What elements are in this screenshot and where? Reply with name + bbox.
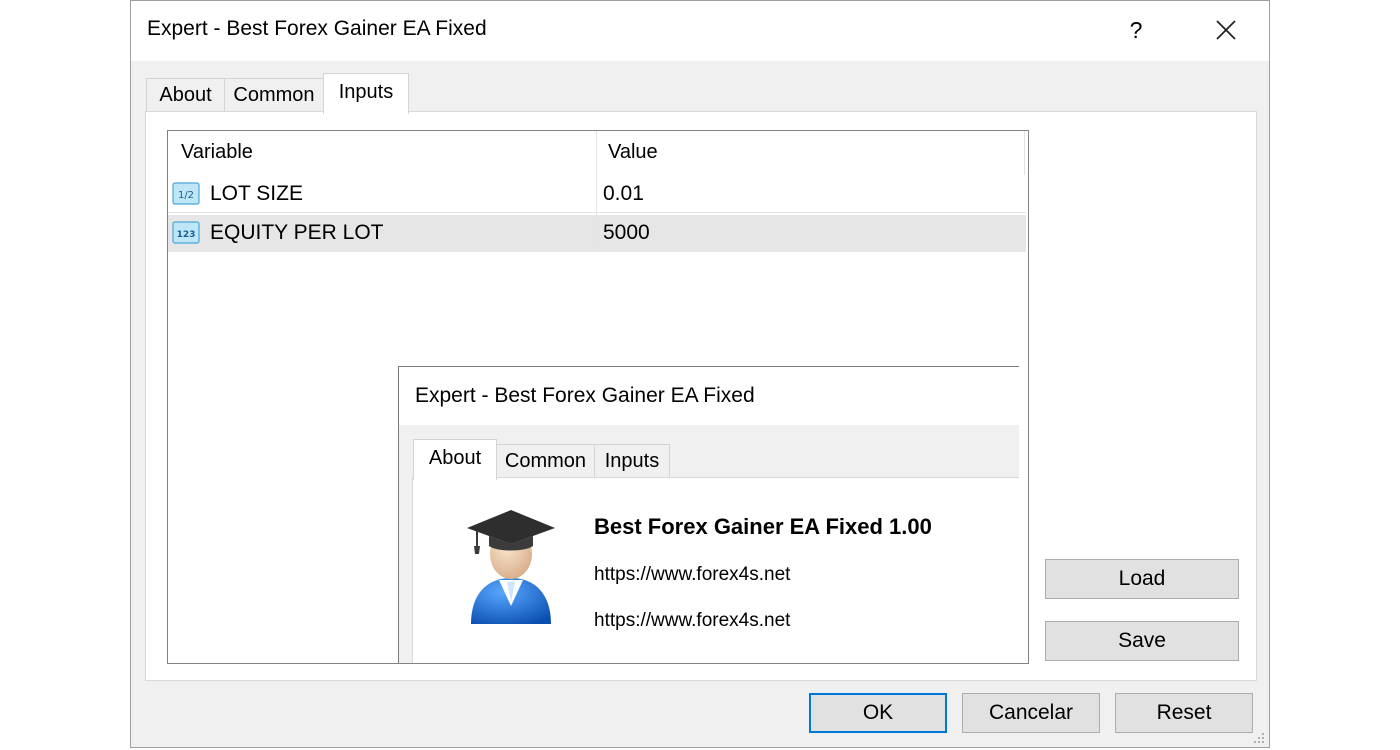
variable-value[interactable]: 5000 <box>603 221 650 245</box>
fraction-type-icon: 1/2 <box>172 182 200 205</box>
tab-label: Inputs <box>338 81 394 103</box>
expert-link[interactable]: https://www.forex4s.net <box>594 610 790 632</box>
expert-link[interactable]: https://www.forex4s.net <box>594 564 790 586</box>
graduate-user-icon <box>467 510 555 624</box>
type-icon-text: 123 <box>177 230 196 240</box>
cancel-button[interactable]: Cancelar <box>962 693 1100 733</box>
save-button[interactable]: Save <box>1045 621 1239 661</box>
type-icon-text: 1/2 <box>178 190 194 201</box>
table-row[interactable]: 1/2 LOT SIZE 0.01 <box>168 176 1026 213</box>
help-icon: ? <box>1129 17 1143 43</box>
tab-common[interactable]: Common <box>224 78 324 111</box>
title-bar: Expert - Best Forex Gainer EA Fixed ? <box>131 1 1269 61</box>
variable-name: LOT SIZE <box>210 182 303 205</box>
dialog-title: Expert - Best Forex Gainer EA Fixed <box>147 17 487 40</box>
tab-label: Inputs <box>604 450 660 472</box>
column-divider <box>1024 131 1025 175</box>
column-divider <box>596 131 597 252</box>
reset-label: Reset <box>1156 701 1212 724</box>
inner-title-bar: Expert - Best Forex Gainer EA Fixed <box>399 367 1019 425</box>
save-label: Save <box>1118 629 1166 652</box>
variable-value[interactable]: 0.01 <box>603 182 644 206</box>
cancel-label: Cancelar <box>988 701 1074 724</box>
column-header-variable[interactable]: Variable <box>181 141 253 164</box>
tab-label: Common <box>504 450 587 472</box>
expert-name-version: Best Forex Gainer EA Fixed 1.00 <box>594 514 932 539</box>
help-button[interactable]: ? <box>1116 13 1156 47</box>
integer-type-icon: 123 <box>172 221 200 244</box>
overlay-about-dialog: Expert - Best Forex Gainer EA Fixed Abou… <box>398 366 1019 663</box>
grid-header: Variable Value <box>168 131 1028 175</box>
close-icon <box>1216 20 1236 40</box>
ok-label: OK <box>862 701 894 724</box>
about-panel: Best Forex Gainer EA Fixed 1.00 https://… <box>412 477 1019 663</box>
tab-inputs[interactable]: Inputs <box>323 73 409 114</box>
tab-label: About <box>428 447 482 469</box>
load-button[interactable]: Load <box>1045 559 1239 599</box>
tab-label: Common <box>233 84 315 106</box>
resize-grip-icon[interactable] <box>1251 730 1265 744</box>
tab-common[interactable]: Common <box>496 444 595 477</box>
column-header-value[interactable]: Value <box>608 141 658 164</box>
table-row[interactable]: 123 EQUITY PER LOT 5000 <box>168 215 1026 252</box>
tab-about[interactable]: About <box>146 78 225 111</box>
tab-label: About <box>159 84 212 106</box>
variable-name: EQUITY PER LOT <box>210 221 384 244</box>
close-button[interactable] <box>1206 13 1246 47</box>
inner-dialog-title: Expert - Best Forex Gainer EA Fixed <box>415 384 755 407</box>
load-label: Load <box>1118 567 1166 590</box>
ok-button[interactable]: OK <box>809 693 947 733</box>
tab-inputs[interactable]: Inputs <box>594 444 670 477</box>
tab-about[interactable]: About <box>413 439 497 480</box>
reset-button[interactable]: Reset <box>1115 693 1253 733</box>
